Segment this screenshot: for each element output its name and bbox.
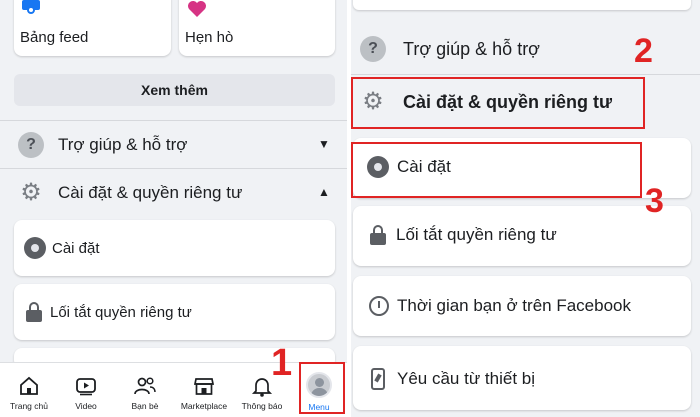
question-icon: ? bbox=[360, 36, 386, 62]
settings-item[interactable]: Cài đặt bbox=[14, 220, 335, 276]
settings-item-label: Cài đặt bbox=[52, 239, 100, 257]
lock-icon bbox=[26, 302, 42, 322]
tab-friends[interactable]: Bạn bè bbox=[118, 363, 172, 417]
time-on-facebook-item[interactable]: Thời gian bạn ở trên Facebook bbox=[353, 276, 691, 336]
home-icon bbox=[20, 376, 38, 395]
settings-privacy-label: Cài đặt & quyền riêng tư bbox=[403, 91, 613, 112]
privacy-shortcuts-label: Lối tắt quyền riêng tư bbox=[50, 303, 192, 321]
tile-label: Bảng feed bbox=[20, 29, 89, 46]
bottom-tab-bar: Trang chủ Video Bạn bè Marketplace Thông… bbox=[0, 362, 347, 417]
question-icon: ? bbox=[18, 132, 44, 158]
friends-icon bbox=[134, 377, 156, 395]
profile-icon bbox=[367, 156, 389, 178]
gear-icon: ⚙ bbox=[20, 179, 42, 206]
chevron-up-icon[interactable]: ▲ bbox=[318, 185, 330, 199]
tile-label: Hẹn hò bbox=[185, 29, 234, 46]
settings-item-label: Cài đặt bbox=[397, 157, 451, 176]
divider bbox=[0, 120, 347, 121]
settings-item[interactable]: Cài đặt bbox=[353, 138, 691, 198]
tab-label: Trang chủ bbox=[10, 401, 48, 411]
left-screenshot-panel: Bảng feed Hẹn hò Xem thêm ? Trợ giúp & h… bbox=[0, 0, 347, 417]
marketplace-icon bbox=[193, 378, 215, 395]
divider bbox=[351, 74, 700, 75]
tab-label: Menu bbox=[308, 402, 330, 412]
step-3-label: 3 bbox=[645, 182, 664, 220]
avatar bbox=[306, 372, 332, 398]
step-2-label: 2 bbox=[634, 32, 653, 70]
profile-icon bbox=[24, 237, 46, 259]
video-icon bbox=[76, 378, 96, 396]
privacy-shortcuts-item[interactable]: Lối tắt quyền riêng tư bbox=[353, 206, 691, 266]
bell-icon bbox=[251, 378, 273, 397]
help-support-row[interactable]: ? Trợ giúp & hỗ trợ bbox=[18, 131, 338, 159]
clock-icon bbox=[369, 296, 389, 316]
privacy-shortcuts-item[interactable]: Lối tắt quyền riêng tư bbox=[14, 284, 335, 340]
heart-icon bbox=[187, 0, 207, 23]
help-support-label: Trợ giúp & hỗ trợ bbox=[403, 38, 540, 59]
chevron-down-icon[interactable]: ▼ bbox=[318, 137, 330, 151]
dating-tile[interactable]: Hẹn hò bbox=[179, 0, 335, 56]
tab-label: Bạn bè bbox=[131, 401, 159, 411]
tab-label: Video bbox=[75, 401, 97, 411]
time-on-facebook-label: Thời gian bạn ở trên Facebook bbox=[397, 296, 631, 315]
help-support-label: Trợ giúp & hỗ trợ bbox=[58, 135, 188, 154]
help-support-row[interactable]: ? Trợ giúp & hỗ trợ bbox=[360, 35, 680, 63]
see-more-button[interactable]: Xem thêm bbox=[14, 74, 335, 106]
tab-marketplace[interactable]: Marketplace bbox=[176, 363, 232, 417]
lock-icon bbox=[370, 225, 386, 245]
tab-video[interactable]: Video bbox=[59, 363, 113, 417]
settings-privacy-row[interactable]: ⚙ Cài đặt & quyền riêng tư bbox=[18, 179, 338, 207]
tab-menu[interactable]: Menu bbox=[294, 363, 344, 417]
device-requests-item[interactable]: Yêu cầu từ thiết bị bbox=[353, 346, 691, 410]
feed-icon bbox=[22, 0, 40, 14]
partial-top-card bbox=[353, 0, 691, 10]
divider bbox=[0, 168, 347, 169]
settings-privacy-label: Cài đặt & quyền riêng tư bbox=[58, 183, 243, 202]
tab-label: Marketplace bbox=[180, 401, 228, 411]
phone-icon bbox=[371, 368, 385, 390]
feed-tile[interactable]: Bảng feed bbox=[14, 0, 171, 56]
settings-privacy-row[interactable]: ⚙ Cài đặt & quyền riêng tư bbox=[360, 88, 680, 116]
tab-label: Thông báo bbox=[241, 401, 283, 411]
gear-icon: ⚙ bbox=[362, 88, 384, 115]
tab-home[interactable]: Trang chủ bbox=[2, 363, 56, 417]
step-1-label: 1 bbox=[271, 342, 293, 384]
privacy-shortcuts-label: Lối tắt quyền riêng tư bbox=[396, 225, 557, 244]
device-requests-label: Yêu cầu từ thiết bị bbox=[397, 369, 536, 388]
